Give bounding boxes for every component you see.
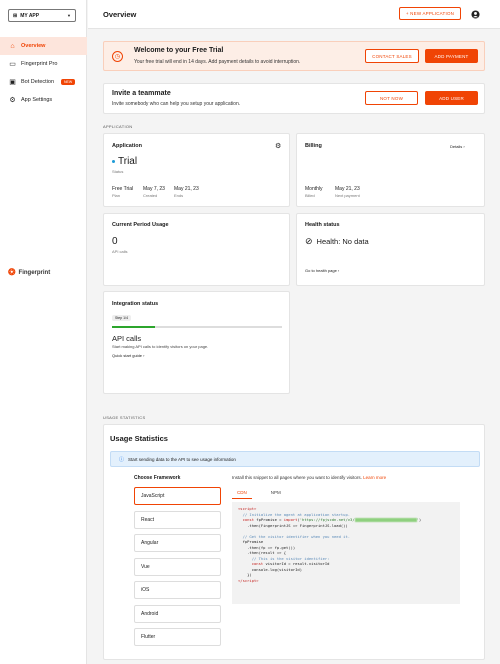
plan-value: Free Trial bbox=[112, 186, 134, 192]
sidebar-item-label: Fingerprint Pro bbox=[21, 61, 58, 67]
gear-icon[interactable]: ⚙ bbox=[275, 142, 281, 150]
info-text: Start sending data to the API to see usa… bbox=[128, 456, 236, 462]
health-status-row: ⊘ Health: No data bbox=[305, 236, 369, 247]
framework-option-javascript[interactable]: JavaScript bbox=[134, 487, 221, 505]
usage-title: Current Period Usage bbox=[112, 222, 169, 228]
framework-option-ios[interactable]: iOS bbox=[134, 581, 221, 599]
quick-start-link[interactable]: Quick start guide › bbox=[112, 353, 144, 358]
framework-option-vue[interactable]: Vue bbox=[134, 557, 221, 576]
section-label-application: APPLICATION bbox=[103, 124, 133, 129]
next-payment-label: Next payment bbox=[335, 193, 360, 198]
main-content: Overview + NEW APPLICATION ◷ Welcome to … bbox=[88, 0, 500, 664]
user-account-icon[interactable] bbox=[469, 8, 481, 20]
fingerprint-logo-icon: ❂ bbox=[8, 267, 16, 277]
choose-framework-title: Choose Framework bbox=[134, 475, 181, 481]
tab-cdn[interactable]: CDN bbox=[232, 487, 252, 499]
application-card: Application ⚙ Trial Status Free Trial Pl… bbox=[103, 133, 290, 207]
created-value: May 7, 23 bbox=[143, 186, 165, 192]
tab-npm[interactable]: NPM bbox=[266, 487, 286, 499]
sidebar-item-app-settings[interactable]: ⚙ App Settings bbox=[0, 91, 87, 109]
usage-value: 0 bbox=[112, 236, 118, 247]
billed-label: Billed bbox=[305, 193, 315, 198]
redacted-api-key bbox=[354, 518, 417, 522]
bot-icon: ▣ bbox=[9, 78, 16, 86]
framework-option-react[interactable]: React bbox=[134, 510, 221, 529]
sidebar-item-bot-detection[interactable]: ▣ Bot Detection NEW bbox=[0, 73, 87, 91]
stats-title: Usage Statistics bbox=[110, 434, 168, 443]
learn-more-link[interactable]: Learn more bbox=[363, 475, 386, 480]
sidebar-item-overview[interactable]: ⌂ Overview bbox=[0, 37, 87, 55]
ends-label: Ends bbox=[174, 193, 184, 198]
usage-statistics-card: Usage Statistics ⓘ Start sending data to… bbox=[103, 424, 485, 660]
invite-teammate-card: Invite a teammate Invite somebody who ca… bbox=[103, 83, 485, 114]
invite-text: Invite somebody who can help you setup y… bbox=[112, 101, 241, 107]
install-tabs: CDN NPM bbox=[232, 487, 286, 499]
current-usage-card: Current Period Usage 0 API calls bbox=[103, 213, 290, 286]
page-title: Overview bbox=[103, 9, 137, 19]
app-icon: ⊞ bbox=[13, 12, 18, 19]
integration-progress-fill bbox=[112, 326, 155, 328]
integration-status-card: Integration status Step 1/4 API calls St… bbox=[103, 291, 290, 394]
framework-option-android[interactable]: Android bbox=[134, 604, 221, 623]
new-badge: NEW bbox=[61, 79, 76, 85]
next-payment-value: May 21, 23 bbox=[335, 186, 360, 192]
fingerprint-logo[interactable]: ❂ Fingerprint bbox=[8, 267, 50, 278]
info-alert: ⓘ Start sending data to the API to see u… bbox=[110, 451, 480, 467]
app-selector[interactable]: ⊞ MY APP ▼ bbox=[8, 9, 76, 22]
billing-card: Billing Details › Monthly Billed May 21,… bbox=[296, 133, 485, 207]
sidebar-item-label: Bot Detection bbox=[21, 79, 55, 85]
plan-label: Plan bbox=[112, 193, 121, 198]
home-icon: ⌂ bbox=[10, 42, 15, 50]
health-page-link[interactable]: Go to health page › bbox=[305, 268, 339, 273]
info-icon: ⓘ bbox=[119, 456, 125, 463]
app-selector-label: MY APP bbox=[20, 12, 40, 19]
not-now-button[interactable]: NOT NOW bbox=[365, 91, 418, 105]
health-title: Health status bbox=[305, 222, 340, 228]
sidebar: ⊞ MY APP ▼ ⌂ Overview ▭ Fingerprint Pro … bbox=[0, 0, 87, 664]
status-value: Trial bbox=[118, 156, 138, 167]
gear-icon: ⚙ bbox=[9, 96, 16, 104]
billing-title: Billing bbox=[305, 143, 322, 149]
section-label-usage: USAGE STATISTICS bbox=[103, 415, 146, 420]
framework-option-flutter[interactable]: Flutter bbox=[134, 628, 221, 646]
integration-heading: API calls bbox=[112, 334, 142, 343]
code-snippet[interactable]: <script> // Initialize the agent at appl… bbox=[232, 502, 460, 604]
sidebar-nav: ⌂ Overview ▭ Fingerprint Pro ▣ Bot Detec… bbox=[0, 37, 87, 109]
framework-option-angular[interactable]: Angular bbox=[134, 534, 221, 552]
usage-label: API calls bbox=[112, 249, 128, 254]
no-data-icon: ⊘ bbox=[305, 236, 313, 246]
framework-list: JavaScript React Angular Vue iOS Android… bbox=[134, 487, 221, 652]
contact-sales-button[interactable]: CONTACT SALES bbox=[365, 49, 419, 63]
status-dot bbox=[112, 160, 115, 163]
clock-icon: ◷ bbox=[112, 51, 123, 62]
sidebar-item-label: Overview bbox=[21, 43, 46, 49]
created-label: Created bbox=[143, 193, 158, 198]
add-user-button[interactable]: ADD USER bbox=[425, 91, 478, 105]
trial-text: Your free trial will end in 14 days. Add… bbox=[134, 59, 301, 65]
ends-value: May 21, 23 bbox=[174, 186, 199, 192]
logo-text: Fingerprint bbox=[18, 269, 51, 276]
new-application-button[interactable]: + NEW APPLICATION bbox=[399, 7, 461, 20]
sidebar-item-fingerprint-pro[interactable]: ▭ Fingerprint Pro bbox=[0, 55, 87, 73]
invite-title: Invite a teammate bbox=[112, 90, 171, 97]
status-label: Status bbox=[112, 169, 124, 174]
integration-text: Start making API calls to identify visit… bbox=[112, 344, 209, 349]
free-trial-banner: ◷ Welcome to your Free Trial Your free t… bbox=[103, 41, 485, 71]
status-row: Trial bbox=[112, 156, 137, 167]
monitor-icon: ▭ bbox=[9, 60, 16, 68]
step-badge: Step 1/4 bbox=[112, 315, 132, 321]
trial-title: Welcome to your Free Trial bbox=[134, 47, 224, 54]
health-status-card: Health status ⊘ Health: No data Go to he… bbox=[296, 213, 485, 286]
sidebar-item-label: App Settings bbox=[21, 97, 53, 103]
health-status-value: Health: No data bbox=[316, 237, 369, 246]
integration-title: Integration status bbox=[112, 301, 159, 307]
integration-progress bbox=[112, 326, 282, 328]
chevron-down-icon: ▼ bbox=[67, 13, 71, 18]
add-payment-button[interactable]: ADD PAYMENT bbox=[425, 49, 478, 63]
snippet-note: Install this snippet to all pages where … bbox=[232, 475, 386, 480]
application-title: Application bbox=[112, 143, 142, 149]
snippet-note-text: Install this snippet to all pages where … bbox=[232, 475, 362, 480]
billed-value: Monthly bbox=[305, 186, 323, 192]
billing-details-link[interactable]: Details › bbox=[450, 144, 465, 149]
